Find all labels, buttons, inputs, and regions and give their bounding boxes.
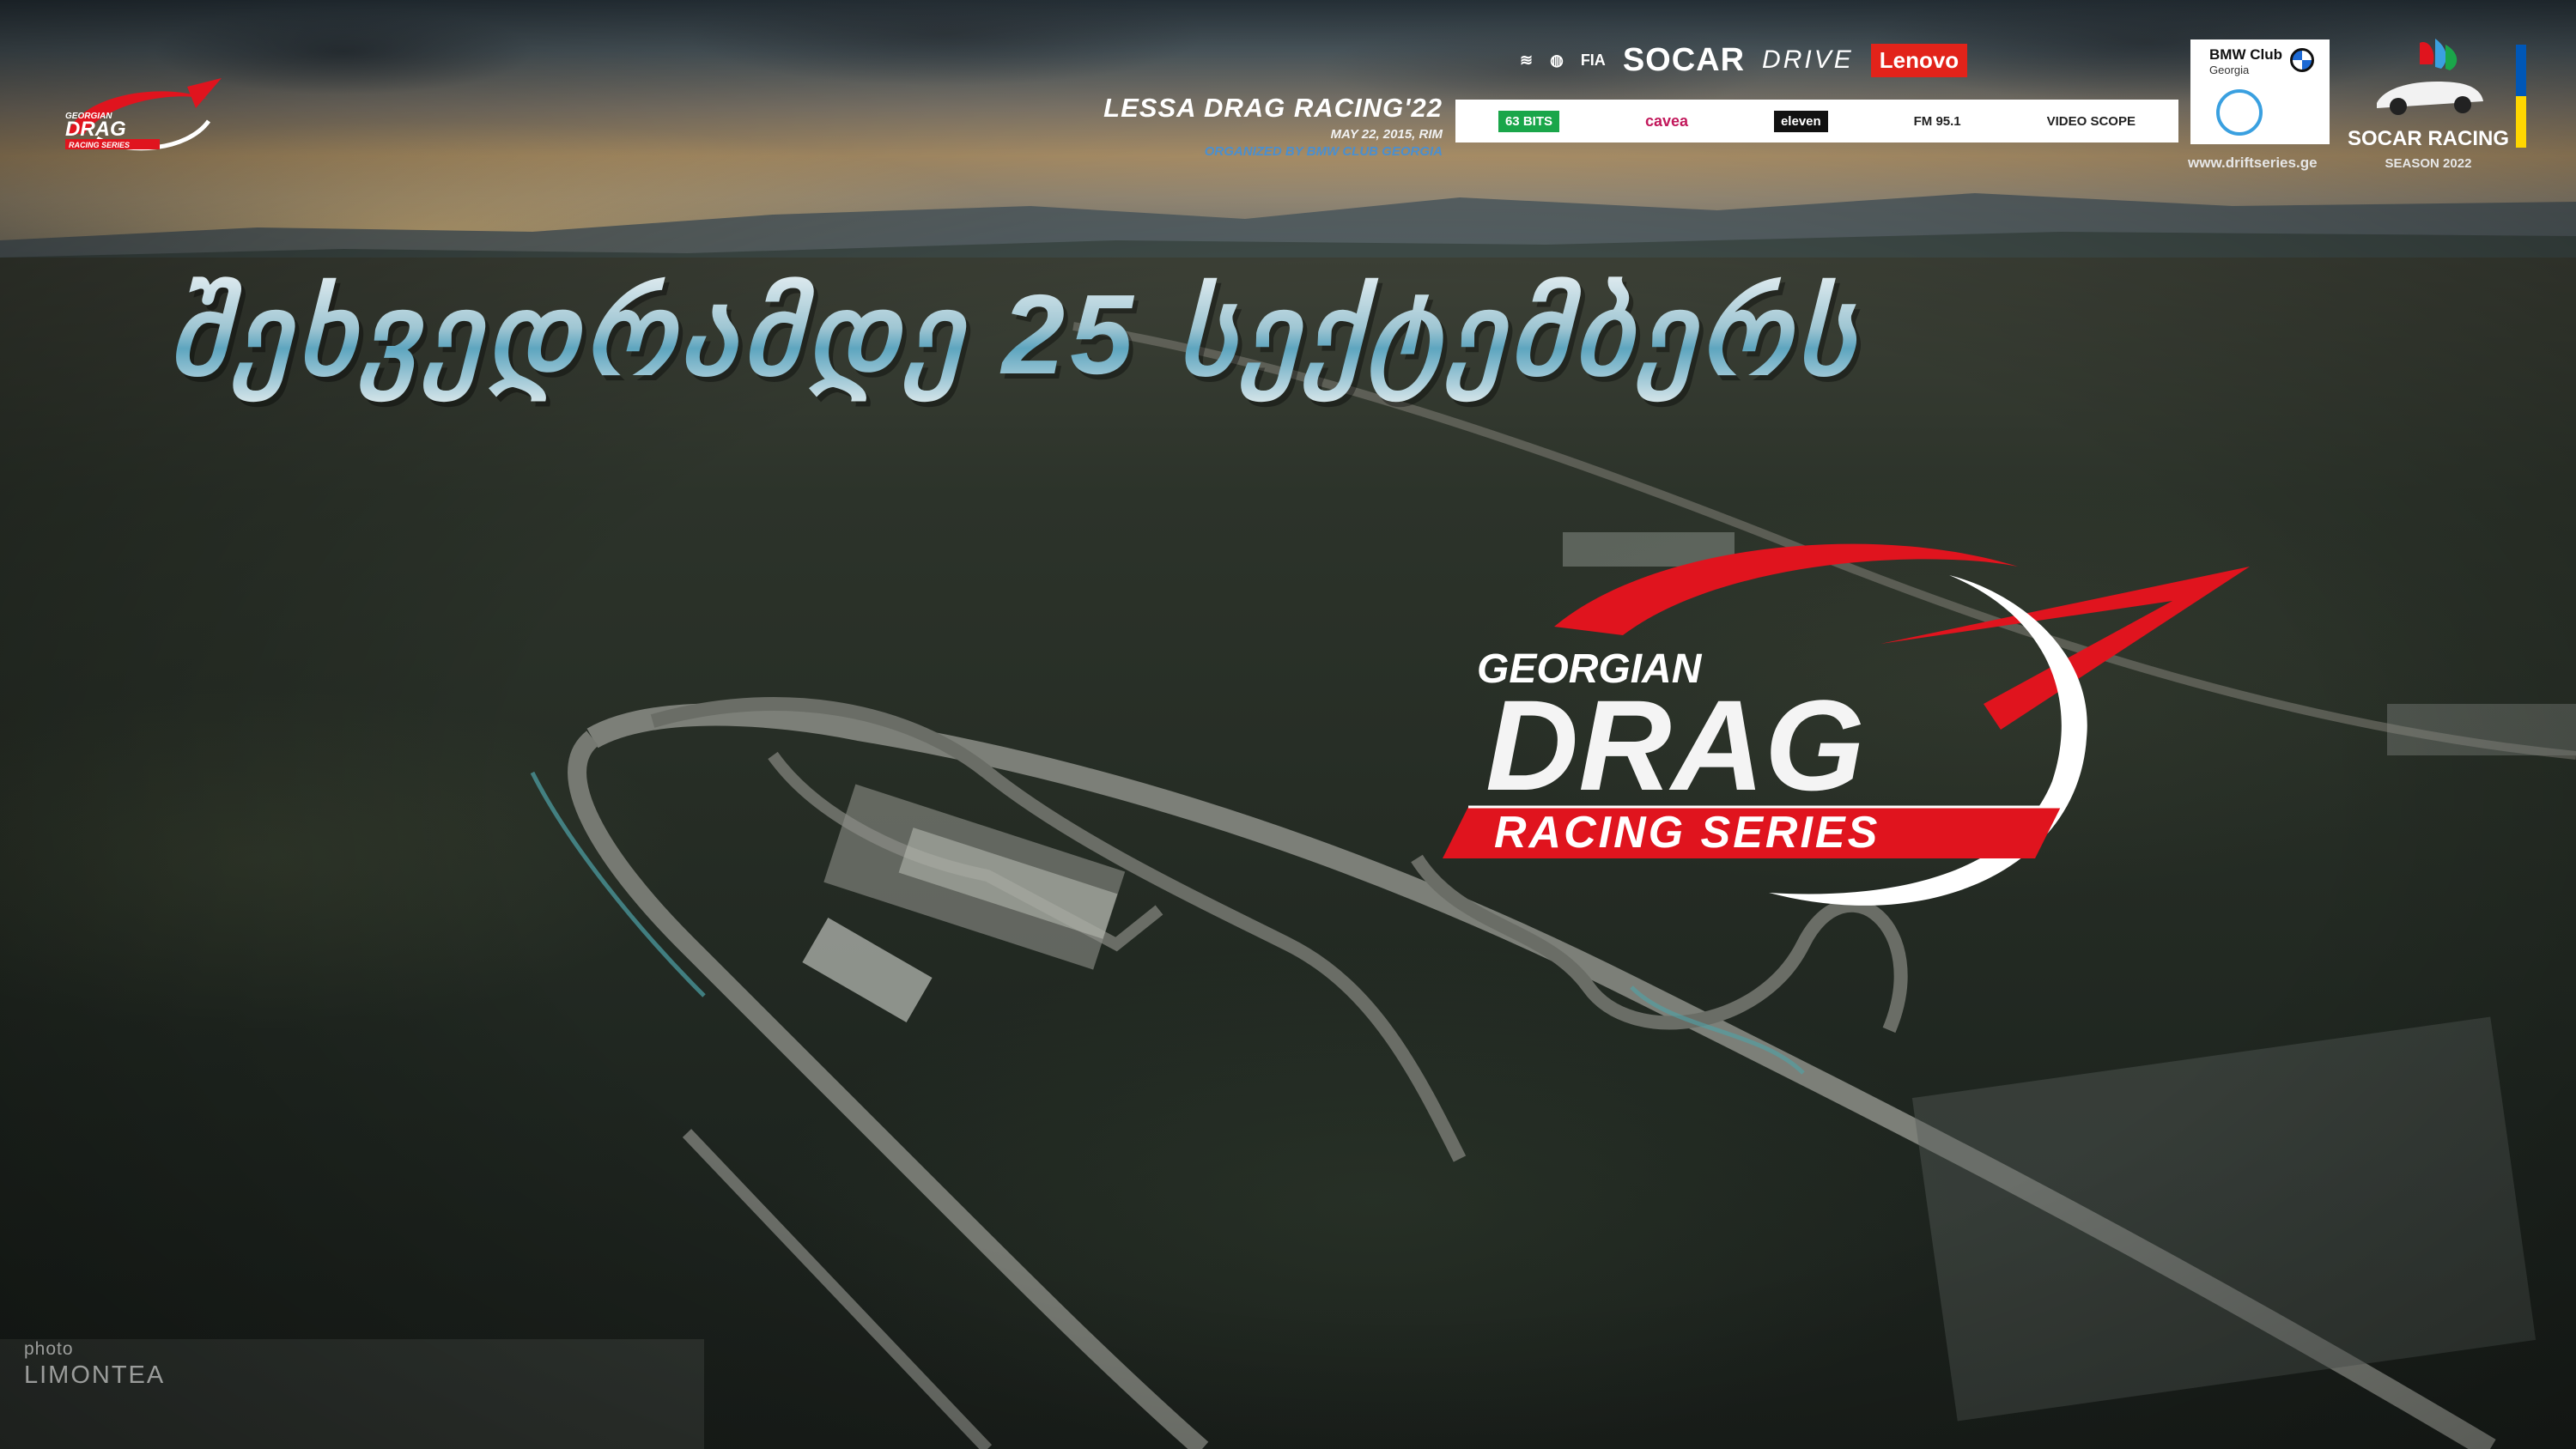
website-url: www.driftseries.ge bbox=[2188, 155, 2318, 171]
logo-line-drag: DRAG bbox=[1485, 673, 1865, 817]
bmw-club-country: Georgia bbox=[2209, 64, 2250, 76]
sponsor-cavea: cavea bbox=[1644, 112, 1689, 130]
event-organizer: ORGANIZED BY BMW CLUB GEORGIA bbox=[1204, 144, 1443, 159]
race-car-icon bbox=[2377, 39, 2483, 115]
sponsor-socar: SOCAR bbox=[1622, 41, 1746, 78]
bmw-club-emblem-icon bbox=[2216, 89, 2263, 136]
sponsor-bar: 63 BITS cavea eleven FM 95.1 VIDEO SCOPE bbox=[1455, 100, 2178, 142]
headline: შეხვედრამდე 25 სექტემბერს bbox=[167, 266, 2417, 403]
sponsor-fia: FIA bbox=[1580, 51, 1606, 69]
georgian-drag-racing-series-logo: GEORGIAN DRAG RACING SERIES bbox=[1443, 543, 2250, 906]
sponsor-eleven: eleven bbox=[1773, 110, 1828, 132]
sponsor-lenovo: Lenovo bbox=[1870, 43, 1968, 77]
svg-text:RACING SERIES: RACING SERIES bbox=[69, 141, 130, 149]
sponsor-stripes-icon: ≋ bbox=[1520, 51, 1534, 69]
photo-credit: photo LIMONTEA bbox=[24, 1339, 165, 1390]
sponsor-videoscope: VIDEO SCOPE bbox=[2046, 113, 2136, 129]
event-date: MAY 22, 2015, RIM bbox=[1330, 127, 1443, 142]
sponsor-drive: DRIVE bbox=[1762, 45, 1854, 74]
photo-credit-name: LIMONTEA bbox=[24, 1361, 166, 1389]
bmw-roundel-icon bbox=[2290, 48, 2314, 72]
socar-racing-title: SOCAR RACING bbox=[2347, 127, 2509, 150]
ukraine-flag-icon bbox=[2516, 45, 2526, 148]
socar-racing-season: SEASON 2022 bbox=[2385, 156, 2472, 171]
sponsor-row-top: ≋ ◍ FIA SOCAR DRIVE Lenovo bbox=[1520, 34, 2181, 86]
sponsor-globe-icon: ◍ bbox=[1550, 51, 1564, 69]
svg-text:DRAG: DRAG bbox=[65, 118, 126, 141]
sponsor-fm: FM 95.1 bbox=[1913, 113, 1961, 129]
bmw-club-badge: BMW Club Georgia bbox=[2190, 39, 2330, 144]
event-info: LESSA DRAG RACING'22 MAY 22, 2015, RIM O… bbox=[1065, 93, 1443, 159]
socar-racing-badge: SOCAR RACING SEASON 2022 bbox=[2342, 34, 2514, 172]
sponsor-63bits: 63 BITS bbox=[1498, 110, 1559, 132]
bmw-club-name: BMW Club bbox=[2209, 46, 2282, 63]
logo-line-racing-series: RACING SERIES bbox=[1494, 808, 1880, 858]
photo-credit-label: photo bbox=[24, 1339, 74, 1359]
event-title: LESSA DRAG RACING'22 bbox=[1103, 93, 1443, 123]
small-series-logo: GEORGIAN DRAG RACING SERIES bbox=[65, 78, 222, 151]
